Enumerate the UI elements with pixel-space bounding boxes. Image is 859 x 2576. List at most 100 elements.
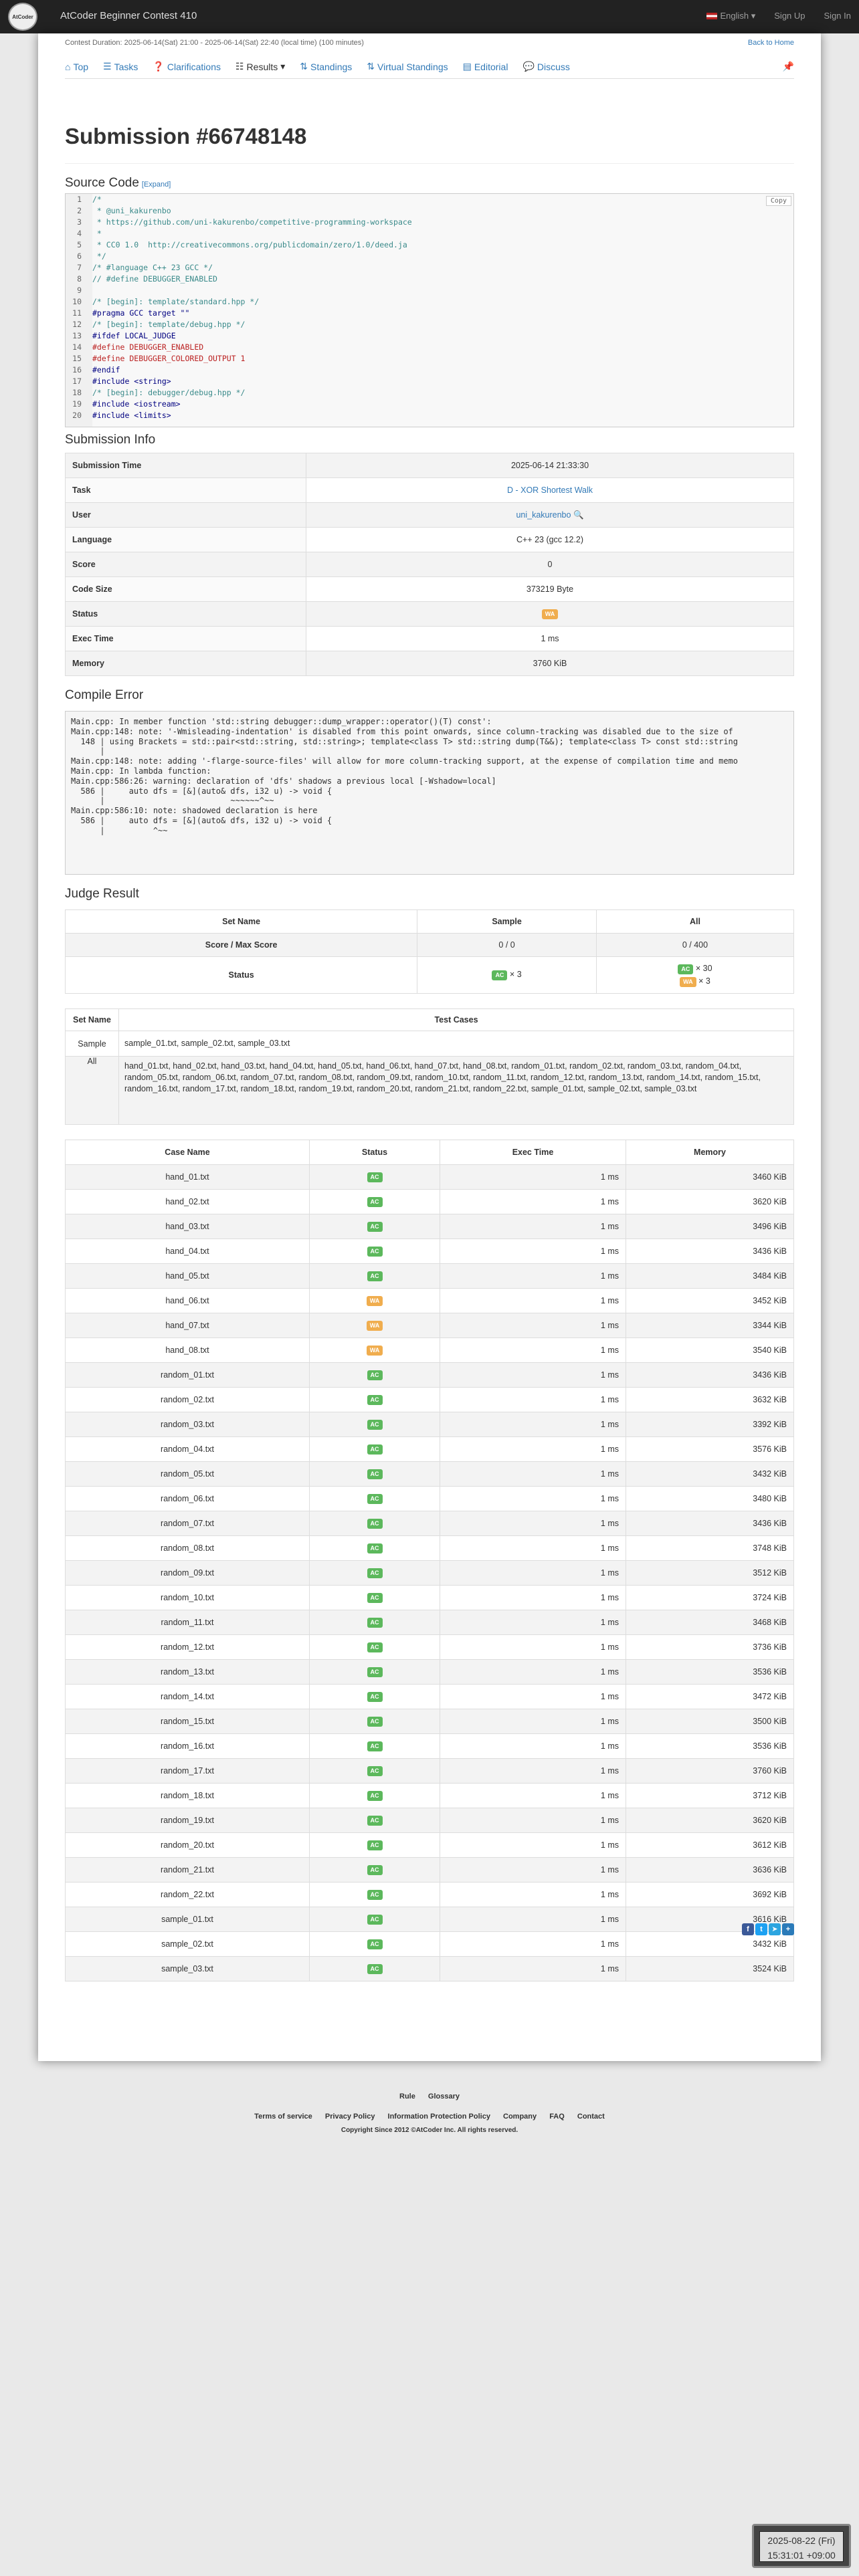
search-icon[interactable]: 🔍 [573, 510, 584, 520]
more-share-icon[interactable]: + [782, 1923, 794, 1935]
case-memory: 3760 KiB [626, 1758, 794, 1784]
tab-top[interactable]: ⌂ Top [65, 62, 88, 72]
case-exec-time: 1 ms [440, 1461, 626, 1487]
code-text: * [92, 229, 102, 238]
sign-up-link[interactable]: Sign Up [774, 11, 805, 21]
case-memory: 3452 KiB [626, 1288, 794, 1313]
case-name: random_15.txt [65, 1709, 310, 1734]
case-name: sample_01.txt [65, 1907, 310, 1932]
case-row: random_22.txt AC 1 ms 3692 KiB [65, 1882, 794, 1907]
footer-row-2: Terms of service Privacy Policy Informat… [0, 2107, 859, 2127]
tab-results[interactable]: ☷ Results ▾ [235, 61, 285, 72]
ac-badge: AC [367, 1271, 383, 1281]
ac-badge: AC [367, 1642, 383, 1652]
language-dropdown[interactable]: English ▾ [706, 11, 755, 21]
pin-icon[interactable]: 📌 [783, 61, 794, 72]
ac-badge: AC [367, 1519, 383, 1529]
case-row: hand_01.txt AC 1 ms 3460 KiB [65, 1164, 794, 1190]
footer-link-privacy[interactable]: Privacy Policy [325, 2113, 375, 2121]
ac-badge: AC [367, 1444, 383, 1455]
all-wa-count: WA × 3 [603, 976, 787, 987]
case-row: random_08.txt AC 1 ms 3748 KiB [65, 1535, 794, 1561]
case-name: random_22.txt [65, 1882, 310, 1907]
twitter-share-icon[interactable]: t [755, 1923, 767, 1935]
footer-link-glossary[interactable]: Glossary [428, 2092, 460, 2101]
ac-badge: AC [367, 1717, 383, 1727]
tab-clarifications[interactable]: ❓ Clarifications [153, 61, 221, 72]
case-exec-time: 1 ms [440, 1535, 626, 1561]
ac-badge: AC [367, 1840, 383, 1850]
footer-link-terms[interactable]: Terms of service [254, 2113, 312, 2121]
case-name: random_16.txt [65, 1733, 310, 1759]
line-number: 18 [72, 388, 82, 397]
case-memory: 3436 KiB [626, 1239, 794, 1264]
footer-link-rule[interactable]: Rule [399, 2092, 415, 2101]
case-name: hand_05.txt [65, 1263, 310, 1289]
facebook-share-icon[interactable]: f [742, 1923, 754, 1935]
tab-virtual-standings[interactable]: ⇅ Virtual Standings [367, 61, 448, 72]
case-exec-time: 1 ms [440, 1362, 626, 1388]
footer-link-info-protection[interactable]: Information Protection Policy [388, 2113, 490, 2121]
footer-link-contact[interactable]: Contact [577, 2113, 605, 2121]
back-to-home-link[interactable]: Back to Home [748, 39, 794, 47]
footer-link-faq[interactable]: FAQ [549, 2113, 565, 2121]
case-memory: 3748 KiB [626, 1535, 794, 1561]
case-exec-time: 1 ms [440, 1560, 626, 1586]
case-status: AC [309, 1436, 440, 1462]
line-number: 7 [77, 263, 82, 272]
line-number: 4 [77, 229, 82, 238]
case-name: random_03.txt [65, 1412, 310, 1437]
telegram-share-icon[interactable]: ➤ [769, 1923, 781, 1935]
case-row: hand_03.txt AC 1 ms 3496 KiB [65, 1214, 794, 1239]
case-status: AC [309, 1758, 440, 1784]
ac-badge: AC [367, 1370, 383, 1380]
case-row: random_05.txt AC 1 ms 3432 KiB [65, 1461, 794, 1487]
atcoder-logo[interactable]: AtCoder [8, 3, 37, 31]
case-name: hand_04.txt [65, 1239, 310, 1264]
line-number: 12 [72, 320, 82, 329]
case-status: AC [309, 1263, 440, 1289]
task-link[interactable]: D - XOR Shortest Walk [507, 486, 593, 495]
contest-title-link[interactable]: AtCoder Beginner Contest 410 [60, 10, 197, 21]
case-row: hand_06.txt WA 1 ms 3452 KiB [65, 1288, 794, 1313]
tab-standings[interactable]: ⇅ Standings [300, 61, 352, 72]
navbar-right: English ▾ Sign Up Sign In [706, 11, 851, 21]
case-exec-time: 1 ms [440, 1758, 626, 1784]
info-row-language: Language C++ 23 (gcc 12.2) [65, 527, 794, 552]
clock-time: 15:31:01 +09:00 [767, 2550, 836, 2561]
case-exec-time: 1 ms [440, 1164, 626, 1190]
ac-badge: AC [367, 1618, 383, 1628]
tab-editorial[interactable]: ▤ Editorial [463, 61, 508, 72]
case-name: random_14.txt [65, 1684, 310, 1709]
info-row-submission-time: Submission Time 2025-06-14 21:33:30 [65, 453, 794, 478]
case-row: random_16.txt AC 1 ms 3536 KiB [65, 1733, 794, 1759]
footer-link-company[interactable]: Company [503, 2113, 537, 2121]
case-memory: 3496 KiB [626, 1214, 794, 1239]
case-name: hand_08.txt [65, 1337, 310, 1363]
code-line: 19 #include <iostream> [66, 399, 793, 410]
case-row: random_12.txt AC 1 ms 3736 KiB [65, 1634, 794, 1660]
user-link[interactable]: uni_kakurenbo [516, 510, 571, 520]
clock-date: 2025-08-22 (Fri) [767, 2535, 836, 2546]
case-name: random_18.txt [65, 1783, 310, 1808]
case-status: AC [309, 1931, 440, 1957]
case-memory: 3576 KiB [626, 1436, 794, 1462]
line-number: 19 [72, 399, 82, 409]
case-memory: 3468 KiB [626, 1610, 794, 1635]
tab-discuss[interactable]: 💬 Discuss [522, 61, 569, 72]
ac-badge: AC [367, 1494, 383, 1504]
source-code-block[interactable]: Copy 1/* 2 * @uni_kakurenbo 3 * https://gi… [65, 193, 794, 427]
sign-in-link[interactable]: Sign In [824, 11, 851, 21]
code-line: 12 /* [begin]: template/debug.hpp */ [66, 319, 793, 330]
test-sets-table: Set Name Test Cases Sample sample_01.txt… [65, 1008, 794, 1125]
results-list-icon: ☷ [235, 61, 244, 72]
ac-badge: AC [367, 1593, 383, 1603]
case-row: hand_08.txt WA 1 ms 3540 KiB [65, 1337, 794, 1363]
expand-link[interactable]: [Expand] [142, 181, 171, 189]
ac-badge: AC [367, 1568, 383, 1578]
tab-tasks[interactable]: ☰ Tasks [103, 61, 138, 72]
case-memory: 3344 KiB [626, 1313, 794, 1338]
ac-badge: AC [367, 1197, 383, 1207]
copyright: Copyright Since 2012 ©AtCoder Inc. All r… [341, 2127, 518, 2134]
